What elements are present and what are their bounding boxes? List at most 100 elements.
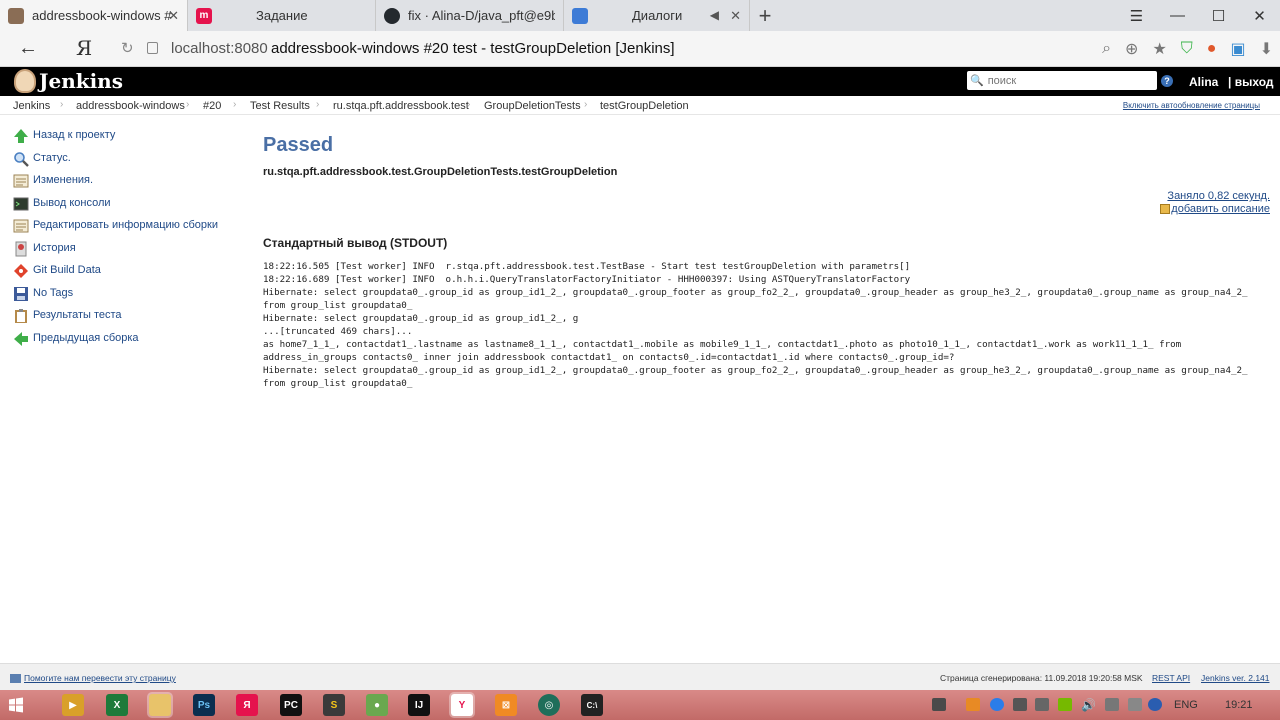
breadcrumb-chevron-icon[interactable]: › — [316, 99, 319, 110]
breadcrumb-item[interactable]: GroupDeletionTests — [484, 100, 581, 112]
git-icon — [14, 264, 28, 278]
volume-icon[interactable]: 🔊 — [1081, 698, 1096, 712]
media-player-icon[interactable]: ▶ — [62, 694, 84, 716]
translate-icon[interactable]: ⊕ — [1125, 39, 1138, 59]
breadcrumb-item[interactable]: #20 — [203, 100, 221, 112]
command-prompt-icon[interactable]: C:\ — [581, 694, 603, 716]
file-explorer-icon[interactable] — [147, 692, 173, 718]
sidebar-item-edit-build-info[interactable]: Редактировать информацию сборки — [10, 216, 230, 239]
sidebar-item-history[interactable]: История — [10, 239, 230, 262]
shield-icon[interactable]: ⛉ — [1181, 40, 1193, 58]
browser-tab-task[interactable]: m Задание — [188, 0, 376, 31]
browser-tab-jenkins[interactable]: addressbook-windows #20 ✕ — [0, 0, 188, 31]
intellij-icon[interactable]: IJ — [408, 694, 430, 716]
back-arrow-icon[interactable]: ← — [18, 37, 38, 60]
browser-tab-github[interactable]: fix · Alina-D/java_pft@e9b56 — [376, 0, 564, 31]
sidebar-item-test-results[interactable]: Результаты теста — [10, 306, 230, 329]
breadcrumb-chevron-icon[interactable]: › — [584, 99, 587, 110]
breadcrumb-item[interactable]: Test Results — [250, 100, 310, 112]
sidebar-item-changes[interactable]: Изменения. — [10, 171, 230, 194]
search-input[interactable] — [987, 74, 1153, 87]
yandex-app-icon[interactable]: Я — [236, 694, 258, 716]
battery-tray-icon[interactable] — [1128, 698, 1142, 711]
yandex-browser-icon[interactable]: Y — [449, 692, 475, 718]
sidebar-item-label: Редактировать информацию сборки — [33, 219, 218, 231]
duration-link[interactable]: Заняло 0,82 секунд. — [1167, 190, 1270, 202]
fox-icon[interactable]: ● — [1207, 40, 1217, 58]
frog-app-icon[interactable]: ● — [366, 694, 388, 716]
sidebar-item-label: Вывод консоли — [33, 196, 111, 209]
address-page-title[interactable]: addressbook-windows #20 test - testGroup… — [271, 40, 675, 57]
sidebar-item-back-to-project[interactable]: Назад к проекту — [10, 126, 230, 149]
usb-tray-icon[interactable] — [1013, 698, 1027, 711]
sublime-icon[interactable]: S — [323, 694, 345, 716]
close-tab-icon[interactable]: ✕ — [730, 8, 741, 24]
breadcrumb-chevron-icon[interactable]: › — [186, 99, 189, 110]
downloads-icon[interactable]: ⬇ — [1260, 39, 1273, 59]
bluetooth-icon[interactable] — [1148, 698, 1162, 711]
picture-icon[interactable]: ▣ — [1230, 39, 1245, 59]
monitor-tray-icon[interactable] — [1035, 698, 1049, 711]
breadcrumb-item[interactable]: addressbook-windows — [76, 100, 185, 112]
breadcrumb-chevron-icon[interactable]: › — [60, 99, 63, 110]
search-page-icon[interactable]: ⌕ — [1102, 40, 1111, 58]
left-arrow-icon — [14, 331, 28, 346]
pycharm-icon[interactable]: PC — [280, 694, 302, 716]
sidebar-item-git-build-data[interactable]: Git Build Data — [10, 261, 230, 284]
browser-tab-dialogs[interactable]: Диалоги ◀ ✕ — [564, 0, 750, 31]
sidebar-item-label: История — [33, 241, 76, 254]
breadcrumb-chevron-icon[interactable]: › — [233, 99, 236, 110]
globe-tray-icon[interactable] — [990, 698, 1004, 711]
jenkins-logo-icon[interactable] — [14, 69, 36, 93]
reload-icon[interactable]: ↻ — [121, 39, 134, 57]
sidebar-item-previous-build[interactable]: Предыдущая сборка — [10, 329, 230, 352]
network-tray-icon[interactable] — [1105, 698, 1119, 711]
clock[interactable]: 19:21 — [1225, 699, 1253, 711]
windows-logo-icon — [9, 697, 23, 713]
address-host[interactable]: localhost:8080 — [171, 40, 268, 57]
app-circle-icon[interactable]: ◎ — [538, 694, 560, 716]
breadcrumb-chevron-icon[interactable]: › — [467, 99, 470, 110]
close-window-icon[interactable]: ✕ — [1239, 7, 1280, 25]
rest-api-link[interactable]: REST API — [1152, 673, 1190, 683]
sidebar-item-console-output[interactable]: Вывод консоли — [10, 194, 230, 217]
user-link[interactable]: Alina — [1189, 75, 1218, 89]
minimize-icon[interactable]: — — [1157, 7, 1198, 24]
sidebar-item-status[interactable]: Статус. — [10, 149, 230, 172]
start-button[interactable] — [5, 694, 27, 716]
nvidia-tray-icon[interactable] — [1058, 698, 1072, 711]
add-description-link[interactable]: добавить описание — [1160, 203, 1270, 215]
jenkins-brand[interactable]: Jenkins — [39, 69, 123, 93]
translate-help-link[interactable]: Помогите нам перевести эту страницу — [10, 673, 176, 683]
tab-title: Задание — [256, 8, 308, 23]
breadcrumb-item[interactable]: testGroupDeletion — [600, 100, 689, 112]
windows-taskbar: ▶ X Ps Я PC S ● IJ Y ⊠ ◎ C:\ 🔊 ENG 19:21 — [0, 690, 1280, 720]
sidebar-item-no-tags[interactable]: No Tags — [10, 284, 230, 307]
bookmark-star-icon[interactable]: ★ — [1152, 39, 1166, 59]
sidebar-item-label: Изменения. — [33, 174, 94, 186]
jenkins-version-link[interactable]: Jenkins ver. 2.141 — [1201, 673, 1270, 683]
keyboard-icon[interactable] — [932, 698, 946, 711]
maximize-icon[interactable]: ☐ — [1198, 7, 1239, 25]
photoshop-icon[interactable]: Ps — [193, 694, 215, 716]
site-info-icon[interactable] — [147, 42, 158, 54]
add-description-label: добавить описание — [1171, 203, 1270, 215]
logout-link[interactable]: | выход — [1228, 75, 1273, 89]
language-indicator[interactable]: ENG — [1174, 699, 1198, 711]
breadcrumb-item[interactable]: ru.stqa.pft.addressbook.test — [333, 100, 469, 112]
edit-icon — [1160, 204, 1171, 214]
new-tab-button[interactable]: + — [750, 0, 780, 31]
search-box[interactable]: 🔍 — [967, 71, 1157, 90]
xampp-icon[interactable]: ⊠ — [495, 694, 517, 716]
menu-icon[interactable]: ☰ — [1116, 7, 1157, 25]
yandex-logo-icon[interactable]: Я — [76, 36, 92, 60]
jenkins-header: Jenkins 🔍 ? Alina | выход — [0, 67, 1280, 96]
stdout-heading: Стандартный вывод (STDOUT) — [263, 236, 448, 250]
excel-icon[interactable]: X — [106, 694, 128, 716]
auto-refresh-link[interactable]: Включить автообновление страницы — [1123, 101, 1260, 110]
help-icon[interactable]: ? — [1161, 75, 1173, 87]
xampp-tray-icon[interactable] — [966, 698, 980, 711]
close-tab-icon[interactable]: ✕ — [168, 8, 179, 24]
mute-icon[interactable]: ◀ — [710, 8, 719, 22]
breadcrumb-item[interactable]: Jenkins — [13, 100, 50, 112]
